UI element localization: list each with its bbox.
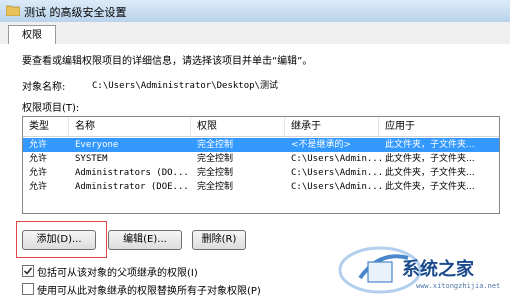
object-name-label: 对象名称: [22, 82, 66, 93]
cell-type: 允许 [29, 168, 48, 178]
cell-name: Everyone [75, 140, 119, 150]
table-row[interactable]: 允许 SYSTEM 完全控制 C:\Users\Admin... 此文件夹，子文… [23, 152, 499, 166]
inherit-permissions-label: 包括可从该对象的父项继承的权限(I) [37, 268, 198, 279]
table-header: 类型 名称 权限 继承于 应用于 [23, 117, 499, 137]
cell-permission: 完全控制 [197, 140, 234, 150]
cell-type: 允许 [29, 182, 48, 192]
edit-button[interactable]: 编辑(E)... [108, 230, 182, 250]
cell-applies-to: 此文件夹，子文件夹... [385, 154, 475, 164]
cell-name: Administrators (DO... [75, 168, 189, 178]
description-text: 要查看或编辑权限项目的详细信息，请选择该项目并单击“编辑”。 [22, 56, 313, 67]
add-button[interactable]: 添加(D)... [22, 230, 96, 250]
remove-button[interactable]: 删除(R) [192, 230, 246, 250]
cell-inherited-from: <不是继承的> [291, 140, 352, 150]
cell-applies-to: 此文件夹，子文件夹... [385, 182, 475, 192]
cell-name: Administrator (DOE... [75, 182, 189, 192]
replace-child-permissions-label: 使用可从此对象继承的权限替换所有子对象权限(P) [37, 286, 261, 297]
watermark-text: 系统之家 [402, 259, 474, 280]
object-path: C:\Users\Administrator\Desktop\测试 [92, 81, 278, 91]
permission-entries-label: 权限项目(T): [22, 103, 80, 114]
permission-entries-table[interactable]: 类型 名称 权限 继承于 应用于 允许 Everyone 完全控制 <不是继承的… [22, 116, 500, 214]
tab-permissions[interactable]: 权限 [8, 25, 56, 45]
cell-inherited-from: C:\Users\Admin... [291, 168, 384, 178]
column-header-permission[interactable]: 权限 [191, 117, 285, 136]
table-row[interactable]: 允许 Everyone 完全控制 <不是继承的> 此文件夹，子文件夹... [23, 138, 499, 152]
column-header-name[interactable]: 名称 [69, 117, 191, 136]
cell-permission: 完全控制 [197, 168, 234, 178]
folder-icon [6, 5, 20, 16]
cell-type: 允许 [29, 140, 48, 150]
column-header-type[interactable]: 类型 [23, 117, 69, 136]
cell-name: SYSTEM [75, 154, 108, 164]
cell-permission: 完全控制 [197, 182, 234, 192]
table-row[interactable]: 允许 Administrator (DOE... 完全控制 C:\Users\A… [23, 180, 499, 194]
cell-applies-to: 此文件夹，子文件夹... [385, 168, 475, 178]
title-bar: 测试 的高级安全设置 [0, 0, 510, 23]
column-header-applies-to[interactable]: 应用于 [379, 117, 499, 136]
cell-inherited-from: C:\Users\Admin... [291, 154, 384, 164]
cell-type: 允许 [29, 154, 48, 164]
tab-strip: 权限 [0, 22, 510, 45]
cell-permission: 完全控制 [197, 154, 234, 164]
replace-child-permissions-checkbox[interactable] [22, 283, 34, 295]
checkmark-icon [23, 267, 33, 275]
cell-inherited-from: C:\Users\Admin... [291, 182, 384, 192]
table-row[interactable]: 允许 Administrators (DO... 完全控制 C:\Users\A… [23, 166, 499, 180]
cell-applies-to: 此文件夹，子文件夹... [385, 140, 475, 150]
watermark-url: www.xitongzhijia.net [416, 282, 501, 290]
column-header-inherited-from[interactable]: 继承于 [285, 117, 379, 136]
inherit-permissions-checkbox[interactable] [22, 265, 34, 277]
window-title: 测试 的高级安全设置 [24, 6, 127, 19]
